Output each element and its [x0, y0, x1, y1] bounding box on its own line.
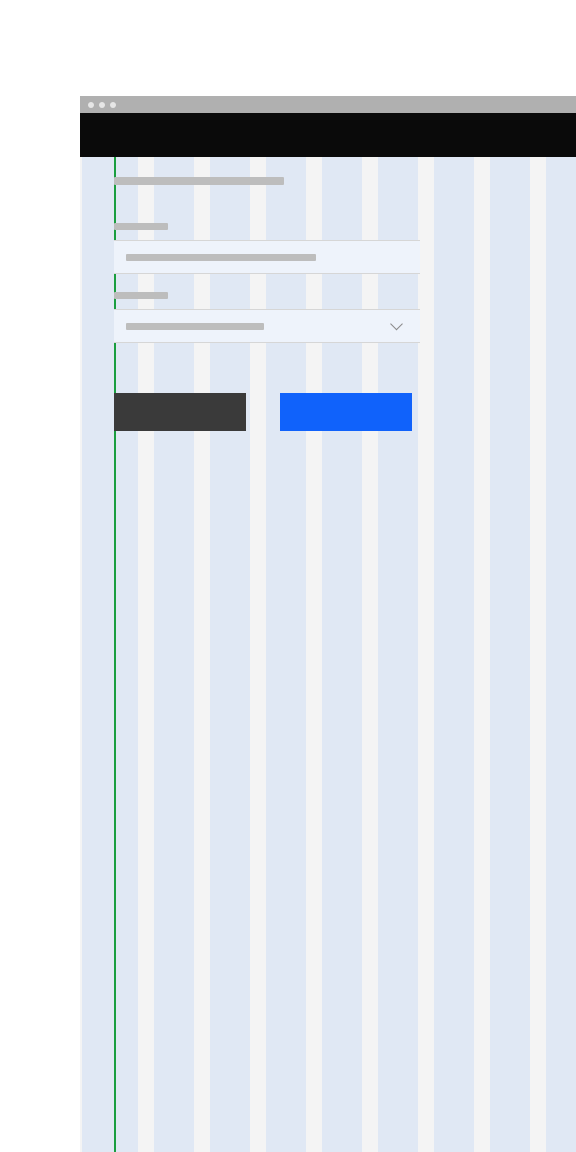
field-1 [114, 223, 420, 274]
field-1-label [114, 223, 168, 230]
primary-button[interactable] [280, 393, 412, 431]
close-icon[interactable] [88, 102, 94, 108]
form-panel [114, 177, 420, 431]
zoom-icon[interactable] [110, 102, 116, 108]
field-2-label-text [114, 292, 115, 293]
field-2 [114, 292, 420, 343]
window-titlebar [80, 96, 576, 113]
form-heading-text [114, 177, 115, 178]
secondary-button-label [114, 393, 115, 394]
field-1-value-placeholder [126, 254, 316, 261]
button-row [114, 393, 420, 431]
form-heading [114, 177, 284, 185]
field-2-select[interactable] [114, 309, 420, 343]
app-topbar [80, 113, 576, 157]
field-1-input[interactable] [114, 240, 420, 274]
secondary-button[interactable] [114, 393, 246, 431]
app-window [80, 96, 576, 696]
field-1-label-text [114, 223, 115, 224]
primary-button-label [280, 393, 281, 394]
chevron-down-icon [392, 320, 402, 330]
field-2-value-placeholder [126, 323, 264, 330]
field-2-label [114, 292, 168, 299]
minimize-icon[interactable] [99, 102, 105, 108]
